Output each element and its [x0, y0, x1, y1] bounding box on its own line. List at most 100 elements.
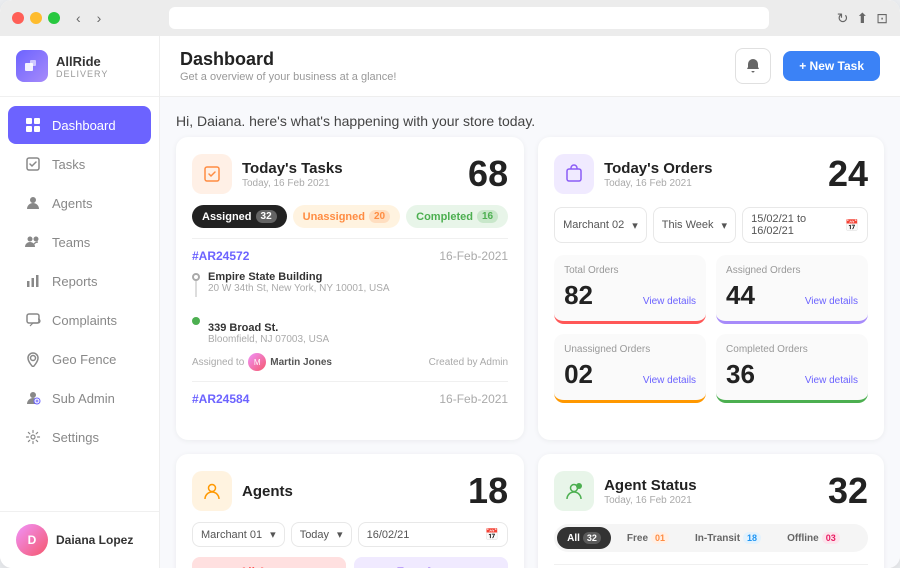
window-controls — [12, 12, 60, 24]
sidebar-item-tasks[interactable]: Tasks — [8, 145, 151, 183]
assigned-to: Assigned to M Martin Jones — [192, 353, 332, 371]
tab-unassigned[interactable]: Unassigned 20 — [293, 205, 400, 228]
tab-completed-badge: 16 — [477, 210, 498, 223]
orders-count: 24 — [828, 153, 868, 195]
week-filter[interactable]: This Week ▾ — [653, 207, 736, 243]
sidebar-item-complaints[interactable]: Complaints — [8, 301, 151, 339]
header-actions: + New Task — [735, 48, 880, 84]
ast-tab-free[interactable]: Free 01 — [617, 527, 679, 549]
tab-unassigned-badge: 20 — [369, 210, 390, 223]
stop1-addr: 20 W 34th St, New York, NY 10001, USA — [208, 283, 508, 294]
agents-card-icon — [192, 471, 232, 511]
refresh-icon[interactable]: ↻ — [837, 10, 849, 27]
completed-orders-stat: Completed Orders 36 View details — [716, 334, 868, 403]
tab-completed-label: Completed — [416, 211, 473, 223]
all-agents-button[interactable]: All Agents — [192, 557, 346, 568]
notifications-button[interactable] — [735, 48, 771, 84]
tasks-label: Tasks — [52, 157, 85, 172]
ast-all-badge: 32 — [583, 532, 601, 544]
agents-title-block: Agents — [242, 483, 468, 500]
assigned-orders-row: 44 View details — [726, 280, 858, 311]
week-filter-chevron: ▾ — [722, 219, 728, 232]
maximize-button[interactable] — [48, 12, 60, 24]
sidebar-item-reports[interactable]: Reports — [8, 262, 151, 300]
task-route: Empire State Building 20 W 34th St, New … — [192, 271, 508, 345]
back-icon[interactable]: ‹ — [76, 10, 81, 26]
teams-icon — [24, 233, 42, 251]
sidebar-item-dashboard[interactable]: Dashboard — [8, 106, 151, 144]
orders-stats-grid: Total Orders 82 View details Assigned Or… — [554, 255, 868, 403]
agents-merchant-filter[interactable]: Marchant 01 ▾ — [192, 522, 285, 547]
user-profile[interactable]: D Daiana Lopez — [0, 511, 159, 568]
task-id2-text[interactable]: #AR24584 — [192, 392, 249, 406]
task-date-1: 16-Feb-2021 — [439, 249, 508, 263]
ast-all-label: All — [567, 533, 580, 544]
completed-orders-link[interactable]: View details — [805, 375, 858, 386]
agents-card-header: Agents 18 — [192, 470, 508, 512]
agents-filters: Marchant 01 ▾ Today ▾ 16/02/21 📅 — [192, 522, 508, 547]
header-title-block: Dashboard Get a overview of your busines… — [180, 49, 396, 83]
assigned-orders-stat: Assigned Orders 44 View details — [716, 255, 868, 324]
reports-label: Reports — [52, 274, 98, 289]
task-date-2: 16-Feb-2021 — [439, 392, 508, 406]
date-range-filter[interactable]: 15/02/21 to 16/02/21 📅 — [742, 207, 868, 243]
ast-transit-label: In-Transit — [695, 533, 740, 544]
share-icon[interactable]: ⬆ — [857, 10, 869, 27]
unassigned-orders-link[interactable]: View details — [643, 375, 696, 386]
tab-assigned[interactable]: Assigned 32 — [192, 205, 287, 228]
task-id-text[interactable]: #AR24572 — [192, 249, 249, 263]
completed-orders-label: Completed Orders — [726, 344, 858, 355]
total-orders-num: 82 — [564, 280, 593, 311]
agents-date-filter[interactable]: 16/02/21 📅 — [358, 522, 509, 547]
new-task-button[interactable]: + New Task — [783, 51, 880, 81]
sidebar-item-geofence[interactable]: Geo Fence — [8, 340, 151, 378]
titlebar: ‹ › ↻ ⬆ ⊡ — [0, 0, 900, 36]
ast-offline-label: Offline — [787, 533, 819, 544]
orders-card-icon — [554, 154, 594, 194]
ast-tab-transit[interactable]: In-Transit 18 — [685, 527, 771, 549]
stop2-addr: Bloomfield, NJ 07003, USA — [208, 334, 508, 345]
orders-title-block: Today's Orders Today, 16 Feb 2021 — [604, 160, 828, 189]
total-orders-row: 82 View details — [564, 280, 696, 311]
ast-tab-all[interactable]: All 32 — [557, 527, 611, 549]
greeting-text: Hi, Daiana. here's what's happening with… — [176, 113, 884, 129]
logo-sub-text: DELIVERY — [56, 69, 108, 79]
tab-completed[interactable]: Completed 16 — [406, 205, 508, 228]
sidebar-item-subadmin[interactable]: Sub Admin — [8, 379, 151, 417]
page-subtitle: Get a overview of your business at a gla… — [180, 71, 396, 83]
agents-today-filter[interactable]: Today ▾ — [291, 522, 352, 547]
close-button[interactable] — [12, 12, 24, 24]
ast-offline-badge: 03 — [822, 532, 840, 544]
page-title: Dashboard — [180, 49, 396, 70]
agent-list-item: Agent Id #AR23245 In-transit — [554, 564, 868, 568]
total-orders-link[interactable]: View details — [643, 296, 696, 307]
agents-calendar-icon: 📅 — [485, 528, 499, 541]
forward-icon[interactable]: › — [97, 10, 102, 26]
split-icon[interactable]: ⊡ — [876, 10, 888, 27]
tasks-card: Today's Tasks Today, 16 Feb 2021 68 Assi… — [176, 137, 524, 440]
ast-tab-offline[interactable]: Offline 03 — [777, 527, 850, 549]
agents-today-label: Today — [300, 529, 329, 541]
agents-today-chevron: ▾ — [337, 528, 343, 541]
sidebar-item-agents[interactable]: Agents — [8, 184, 151, 222]
sidebar-item-teams[interactable]: Teams — [8, 223, 151, 261]
minimize-button[interactable] — [30, 12, 42, 24]
settings-icon — [24, 428, 42, 446]
logo-text: AllRide DELIVERY — [56, 54, 108, 79]
sidebar-item-settings[interactable]: Settings — [8, 418, 151, 456]
task-tabs: Assigned 32 Unassigned 20 Completed 16 — [192, 205, 508, 228]
url-bar[interactable] — [169, 7, 768, 29]
merchant-filter[interactable]: Marchant 02 ▾ — [554, 207, 647, 243]
total-orders-stat: Total Orders 82 View details — [554, 255, 706, 324]
assigned-orders-link[interactable]: View details — [805, 296, 858, 307]
route-end-dot — [192, 317, 200, 325]
tasks-card-icon — [192, 154, 232, 194]
orders-card: Today's Orders Today, 16 Feb 2021 24 Mar… — [538, 137, 884, 440]
unassigned-orders-stat: Unassigned Orders 02 View details — [554, 334, 706, 403]
agent-status-icon — [554, 471, 594, 511]
free-agents-button[interactable]: Free Agents — [354, 557, 508, 568]
task-footer: Assigned to M Martin Jones Created by Ad… — [192, 353, 508, 371]
task-stop-2: 339 Broad St. Bloomfield, NJ 07003, USA — [208, 322, 508, 345]
settings-label: Settings — [52, 430, 99, 445]
agent-status-title: Agent Status — [604, 477, 828, 494]
